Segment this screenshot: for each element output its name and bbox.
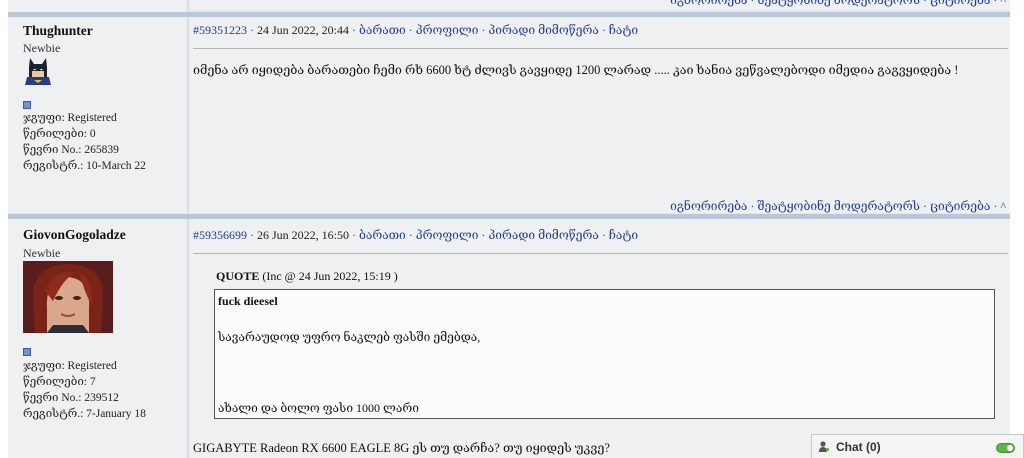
- user-rank: Newbie: [23, 246, 61, 260]
- chat-widget[interactable]: Chat (0): [811, 434, 1024, 458]
- quote-header: QUOTE (Inc @ 24 Jun 2022, 15:19 ): [216, 269, 398, 284]
- separator: ·: [598, 23, 609, 37]
- separator: ·: [478, 228, 489, 242]
- quote-link[interactable]: ციტირება: [930, 199, 990, 213]
- chat-label[interactable]: Chat (0): [836, 440, 881, 454]
- user-posts-count: წერილები: 0: [23, 128, 96, 140]
- post-body: GIGABYTE Radeon RX 6600 EAGLE 8G ეს თუ დ…: [193, 441, 610, 455]
- user-group: ჯგუფი: Registered: [23, 112, 117, 124]
- quote-label: QUOTE: [216, 269, 260, 283]
- chat-link[interactable]: ჩატი: [609, 23, 638, 37]
- online-status-icon: [23, 348, 31, 356]
- username[interactable]: GiovonGogoladze: [23, 227, 126, 243]
- separator: ·: [250, 23, 257, 37]
- user-rank: Newbie: [23, 41, 61, 55]
- post-body: იმენა არ იყიდება ბარათები ჩემი რხ 6600 ხ…: [193, 63, 959, 77]
- prev-post-actions: იგნორირება · შეატყობინე მოდერატორს · ციტ…: [190, 0, 1010, 10]
- ignore-link[interactable]: იგნორირება: [670, 199, 747, 213]
- profile-link[interactable]: პროფილი: [416, 228, 479, 242]
- separator: ·: [478, 23, 489, 37]
- scroll-up-link[interactable]: ^: [1000, 199, 1006, 213]
- post-1-author-panel: Thughunter Newbie ჯგუფი: Registered წერი…: [8, 17, 188, 213]
- post-id-link[interactable]: #59356699: [193, 228, 247, 242]
- card-link[interactable]: ბარათი: [359, 228, 406, 242]
- separator: ·: [919, 0, 930, 7]
- quote-link[interactable]: ციტირება: [930, 0, 990, 7]
- separator: ·: [349, 23, 360, 37]
- batman-avatar[interactable]: [23, 55, 53, 85]
- user-member-number: წევრი No.: 265839: [23, 144, 119, 156]
- post-header-divider: [193, 253, 1008, 254]
- post-id-link[interactable]: #59351223: [193, 23, 247, 37]
- quote-box: fuck dieesel სავარაუდოდ უფრო ნაკლებ ფასშ…: [214, 289, 995, 419]
- separator: ·: [990, 0, 1001, 7]
- report-link[interactable]: შეატყობინე მოდერატორს: [757, 0, 919, 7]
- ignore-link[interactable]: იგნორირება: [670, 0, 747, 7]
- user-posts-count: წერილები: 7: [23, 376, 96, 388]
- separator: ·: [990, 199, 1001, 213]
- scroll-up-link[interactable]: ^: [1000, 0, 1006, 7]
- post-header-divider: [193, 48, 1008, 49]
- username[interactable]: Thughunter: [23, 23, 93, 39]
- report-link[interactable]: შეატყობინე მოდერატორს: [757, 199, 919, 213]
- user-online-icon: [819, 441, 829, 452]
- user-registered-date: რეგისტრ.: 10-March 22: [23, 160, 146, 172]
- user-info: ჯგუფი: Registered წერილები: 0 წევრი No.:…: [23, 110, 146, 174]
- chat-count: (0): [866, 440, 881, 454]
- chat-toggle[interactable]: [996, 443, 1015, 453]
- private-message-link[interactable]: პირადი მიმოწერა: [488, 23, 598, 37]
- post-date: 24 Jun 2022, 20:44: [257, 23, 350, 37]
- separator: ·: [250, 228, 257, 242]
- separator: ·: [919, 199, 930, 213]
- online-status-icon: [23, 101, 31, 109]
- post-header: #59356699 · 26 Jun 2022, 16:50 · ბარათი …: [193, 228, 638, 243]
- post-date: 26 Jun 2022, 16:50: [257, 228, 350, 242]
- user-group: ჯგუფი: Registered: [23, 360, 117, 372]
- quote-line: სავარაუდოდ უფრო ნაკლებ ფასში ემებდა,: [218, 330, 481, 344]
- quote-line: ახალი და ბოლო ფასი 1000 ლარი: [218, 401, 419, 415]
- post-2-author-panel: GiovonGogoladze Newbie ჯგუფი: Registered…: [8, 219, 188, 458]
- post-1-content: #59351223 · 24 Jun 2022, 20:44 · ბარათი …: [190, 17, 1010, 213]
- separator: ·: [747, 199, 758, 213]
- profile-link[interactable]: პროფილი: [416, 23, 479, 37]
- post-actions: იგნორირება · შეატყობინე მოდერატორს · ციტ…: [670, 199, 1006, 214]
- card-link[interactable]: ბარათი: [359, 23, 406, 37]
- separator: ·: [349, 228, 360, 242]
- chat-title: Chat: [836, 440, 863, 454]
- prev-post-left-stub: [8, 0, 188, 12]
- separator: ·: [405, 228, 416, 242]
- forum-page: იგნორირება · შეატყობინე მოდერატორს · ციტ…: [8, 0, 1010, 458]
- woman-avatar[interactable]: [23, 261, 113, 333]
- user-registered-date: რეგისტრ.: 7-January 18: [23, 408, 146, 420]
- chat-link[interactable]: ჩატი: [609, 228, 638, 242]
- quote-source: (Inc @ 24 Jun 2022, 15:19 ): [262, 269, 398, 283]
- post-header: #59351223 · 24 Jun 2022, 20:44 · ბარათი …: [193, 23, 638, 38]
- user-member-number: წევრი No.: 239512: [23, 392, 119, 404]
- user-info: ჯგუფი: Registered წერილები: 7 წევრი No.:…: [23, 358, 146, 422]
- private-message-link[interactable]: პირადი მიმოწერა: [488, 228, 598, 242]
- separator: ·: [747, 0, 758, 7]
- quote-line: fuck dieesel: [218, 294, 278, 308]
- separator: ·: [598, 228, 609, 242]
- separator: ·: [405, 23, 416, 37]
